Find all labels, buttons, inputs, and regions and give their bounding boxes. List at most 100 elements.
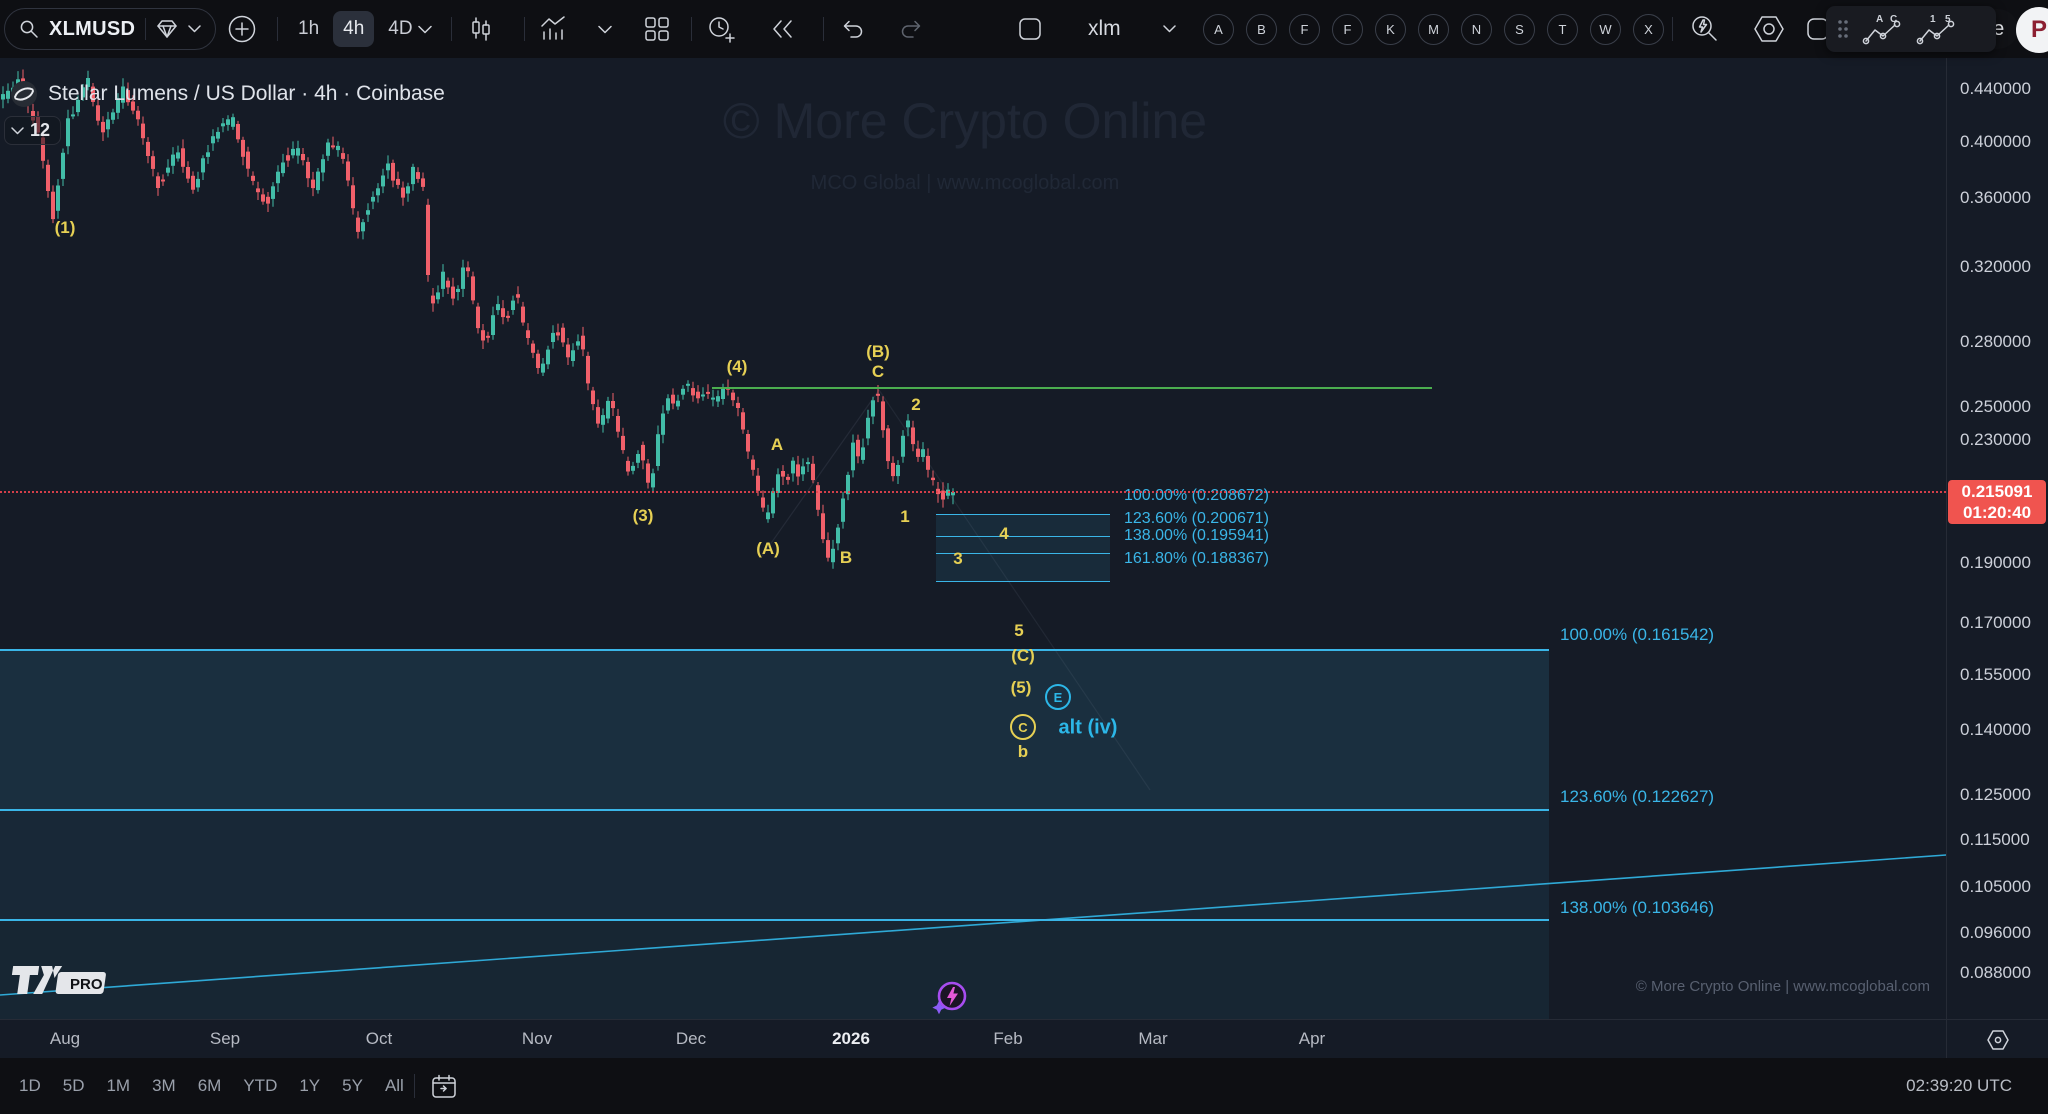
letter-button-f-2[interactable]: F: [1289, 14, 1320, 45]
range-button-6m[interactable]: 6M: [190, 1070, 230, 1102]
market-buzz-button[interactable]: [928, 977, 970, 1022]
quick-symbol-dropdown[interactable]: [1163, 0, 1176, 58]
fib-pullback-label-0: 100.00% (0.208672): [1124, 487, 1269, 505]
letter-button-w-9[interactable]: W: [1590, 14, 1621, 45]
wave-label-C-16[interactable]: C: [1010, 714, 1036, 740]
wave-label-2-8[interactable]: 2: [911, 395, 920, 415]
wave-label-E-15[interactable]: E: [1045, 684, 1071, 710]
wave-label-4-10[interactable]: 4: [999, 524, 1008, 544]
wave-label-4-2[interactable]: (4): [727, 357, 748, 377]
letter-button-t-8[interactable]: T: [1547, 14, 1578, 45]
range-button-5d[interactable]: 5D: [55, 1070, 93, 1102]
indicators-dropdown[interactable]: [598, 0, 612, 58]
utc-clock[interactable]: 02:39:20 UTC: [1906, 1076, 2012, 1096]
elliott-12345-wave-icon[interactable]: 15: [1914, 12, 1958, 46]
object-tree-toggle[interactable]: 12: [4, 116, 61, 145]
candlestick-plot[interactable]: [0, 0, 1946, 1019]
time-axis[interactable]: AugSepOctNovDec2026FebMarApr: [0, 1019, 2048, 1059]
fib-target-line-1[interactable]: [0, 809, 1549, 811]
wave-label-5-12[interactable]: 5: [1014, 621, 1023, 641]
wave-label-A-4[interactable]: (A): [756, 539, 780, 559]
fib-pullback-line-3[interactable]: [936, 581, 1110, 582]
calendar-goto-icon: [430, 1073, 458, 1101]
bar-replay-button[interactable]: [770, 0, 796, 58]
range-button-1d[interactable]: 1D: [11, 1070, 49, 1102]
toolbar-separator: [451, 17, 452, 41]
fib-target-line-0[interactable]: [0, 649, 1549, 651]
wave-label-C-13[interactable]: (C): [1011, 646, 1035, 666]
chart-style-button[interactable]: [468, 0, 494, 58]
watchlist-checkbox[interactable]: [1018, 0, 1042, 58]
time-tick-Nov: Nov: [522, 1029, 552, 1049]
range-button-1y[interactable]: 1Y: [291, 1070, 328, 1102]
legend-title[interactable]: Stellar Lumens / US Dollar · 4h · Coinba…: [48, 82, 445, 106]
letter-button-b-1[interactable]: B: [1246, 14, 1277, 45]
range-button-5y[interactable]: 5Y: [334, 1070, 371, 1102]
price-tick-0.140000: 0.140000: [1960, 720, 2031, 740]
letter-button-s-7[interactable]: S: [1504, 14, 1535, 45]
toolbar-separator: [691, 17, 692, 41]
chevron-down-icon: [598, 25, 612, 34]
range-button-1m[interactable]: 1M: [98, 1070, 138, 1102]
wave-label-C-7[interactable]: C: [872, 362, 884, 382]
range-button-ytd[interactable]: YTD: [235, 1070, 285, 1102]
top-toolbar: XLMUSD 1h4h4D: [0, 0, 2048, 58]
gem-compare-icon[interactable]: [156, 19, 178, 39]
elliott-abc-wave-icon[interactable]: AC: [1860, 12, 1904, 46]
range-button-3m[interactable]: 3M: [144, 1070, 184, 1102]
letter-button-f-3[interactable]: F: [1332, 14, 1363, 45]
add-symbol-button[interactable]: [226, 0, 258, 58]
price-tick-0.440000: 0.440000: [1960, 79, 2031, 99]
goto-date-button[interactable]: [430, 1073, 458, 1106]
price-tick-0.125000: 0.125000: [1960, 785, 2031, 805]
chevron-down-icon[interactable]: [188, 25, 201, 33]
symbol-name[interactable]: XLMUSD: [49, 18, 135, 41]
drag-handle-icon[interactable]: [1836, 18, 1850, 40]
tradingview-pro-logo[interactable]: PRO: [4, 960, 122, 1005]
wave-label-3-11[interactable]: 3: [953, 549, 962, 569]
price-axis[interactable]: 0.4400000.4000000.3600000.3200000.280000…: [1946, 58, 2048, 1019]
fib-pullback-line-1[interactable]: [936, 536, 1110, 537]
wave-label-5-14[interactable]: (5): [1011, 678, 1032, 698]
letter-button-a-0[interactable]: A: [1203, 14, 1234, 45]
resistance-line[interactable]: [712, 387, 1432, 389]
flash-scan-button[interactable]: [1690, 0, 1720, 58]
wave-label-1-0[interactable]: (1): [55, 218, 76, 238]
fib-pullback-line-0[interactable]: [936, 514, 1110, 515]
wave-label-B-6[interactable]: (B): [866, 342, 890, 362]
letter-button-x-10[interactable]: X: [1633, 14, 1664, 45]
chevron-down-icon: [418, 25, 432, 34]
interval-group: 1h4h4D: [288, 0, 423, 58]
letter-button-m-5[interactable]: M: [1418, 14, 1449, 45]
symbol-search-pill[interactable]: XLMUSD: [4, 8, 216, 50]
elliott-tools-floating-panel[interactable]: AC 15: [1826, 6, 1996, 52]
hexagon-o-icon: [1752, 13, 1786, 45]
undo-button[interactable]: [840, 0, 866, 58]
avatar-letter: P: [2031, 16, 2047, 44]
quick-symbol[interactable]: xlm: [1088, 0, 1121, 58]
alert-clock-plus-icon: [706, 14, 736, 44]
user-avatar[interactable]: P: [2016, 7, 2048, 53]
wave-label-1-9[interactable]: 1: [900, 507, 909, 527]
wave-label-altiv-17[interactable]: alt (iv): [1059, 717, 1118, 740]
letter-button-k-4[interactable]: K: [1375, 14, 1406, 45]
interval-dropdown[interactable]: [418, 0, 432, 58]
wave-label-A-3[interactable]: A: [771, 435, 783, 455]
wave-label-B-5[interactable]: B: [840, 548, 852, 568]
redo-button[interactable]: [898, 0, 924, 58]
wave-label-b-18[interactable]: b: [1018, 742, 1028, 762]
object-hexagon-button[interactable]: [1752, 0, 1786, 58]
chart-legend[interactable]: Stellar Lumens / US Dollar · 4h · Coinba…: [10, 80, 445, 108]
wave-label-3-1[interactable]: (3): [633, 506, 654, 526]
layout-templates-button[interactable]: [644, 0, 670, 58]
fib-target-line-2[interactable]: [0, 919, 1549, 921]
letter-button-n-6[interactable]: N: [1461, 14, 1492, 45]
indicators-button[interactable]: [540, 0, 570, 58]
interval-button-4D[interactable]: 4D: [378, 11, 422, 47]
axis-settings-corner[interactable]: [1946, 1020, 2048, 1059]
interval-button-1h[interactable]: 1h: [288, 11, 329, 47]
fib-target-label-1: 123.60% (0.122627): [1560, 787, 1714, 807]
range-button-all[interactable]: All: [377, 1070, 412, 1102]
interval-button-4h[interactable]: 4h: [333, 11, 374, 47]
create-alert-button[interactable]: [706, 0, 736, 58]
